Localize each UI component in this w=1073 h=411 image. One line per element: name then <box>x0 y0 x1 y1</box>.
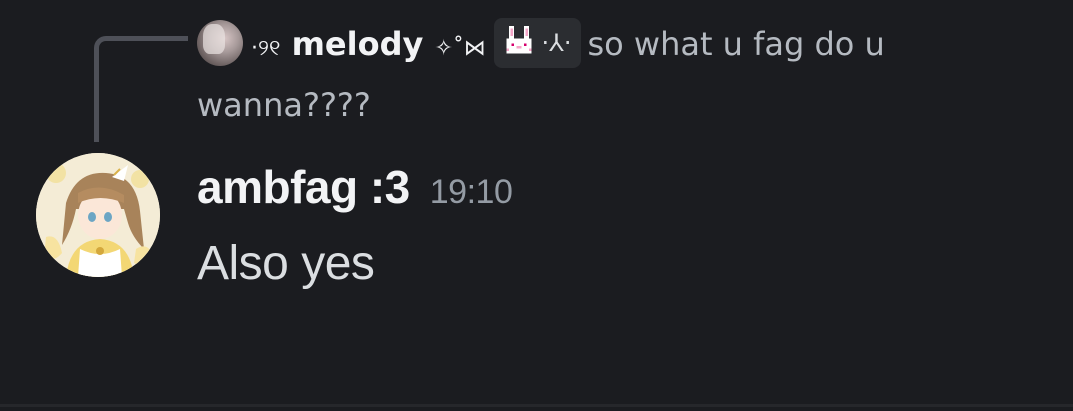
reply-connector-line <box>94 36 188 142</box>
message-header: ambfag :3 19:10 <box>197 160 513 214</box>
reply-author-name[interactable]: ·୨୧ melody ✧˚⋈ <box>251 25 486 63</box>
message-content: Also yes <box>197 237 375 290</box>
emoji-chip-text: ·⅄· <box>541 29 572 57</box>
author-avatar[interactable] <box>36 153 160 277</box>
message-timestamp[interactable]: 19:10 <box>430 173 513 211</box>
author-name[interactable]: ambfag :3 <box>197 161 410 213</box>
reply-avatar[interactable] <box>197 20 243 66</box>
reply-author-suffix: ✧˚⋈ <box>434 36 486 61</box>
emoji-chip[interactable]: ·⅄· <box>493 18 582 68</box>
reply-preview[interactable]: ·୨୧ melody ✧˚⋈ ·⅄· so what u fag do u wan… <box>197 16 1047 133</box>
bottom-divider <box>0 404 1073 407</box>
anime-girl-avatar-icon <box>36 153 160 277</box>
pink-bunny-emoji-icon <box>506 26 532 54</box>
chat-message: ·୨୧ melody ✧˚⋈ ·⅄· so what u fag do u wan… <box>0 0 1073 411</box>
reply-author-prefix: ·୨୧ <box>251 36 281 61</box>
reply-author-label: melody <box>291 25 424 63</box>
